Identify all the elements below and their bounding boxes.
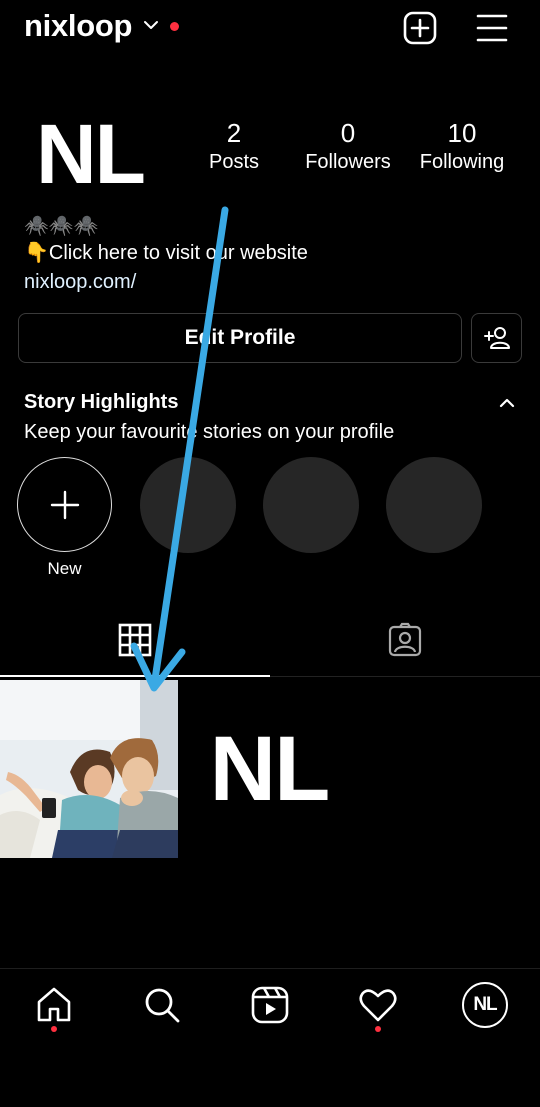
bio-emoji-line: 🕷️🕷️🕷️ <box>24 215 99 237</box>
highlight-placeholder <box>263 457 359 553</box>
add-user-icon <box>483 327 510 349</box>
add-user-button[interactable] <box>471 313 522 363</box>
plus-square-icon[interactable] <box>403 11 437 45</box>
story-highlights-title: Story Highlights <box>24 391 179 413</box>
grid-tab-icon[interactable] <box>117 622 153 658</box>
bio-website-link[interactable]: nixloop.com/ <box>24 268 136 297</box>
new-highlight-button[interactable] <box>17 457 112 552</box>
home-notification-dot <box>51 1026 57 1032</box>
post-thumbnail-photo[interactable] <box>0 680 178 858</box>
story-highlights-subtitle: Keep your favourite stories on your prof… <box>24 421 395 443</box>
edit-profile-button[interactable]: Edit Profile <box>18 313 462 363</box>
highlight-placeholder <box>386 457 482 553</box>
followers-label: Followers <box>305 151 391 174</box>
active-tab-indicator <box>0 675 270 677</box>
notification-dot <box>170 22 179 31</box>
highlight-placeholder <box>140 457 236 553</box>
profile-avatar[interactable]: NL <box>36 112 146 196</box>
post-thumbnail-logo[interactable]: NL <box>180 680 358 858</box>
chevron-up-icon[interactable] <box>498 394 516 412</box>
posts-stat[interactable]: 2 Posts <box>188 118 280 175</box>
couple-photo-image <box>0 680 178 858</box>
hamburger-menu-icon[interactable] <box>475 11 509 45</box>
new-highlight-label: New <box>47 559 82 578</box>
posts-count: 2 <box>226 118 242 148</box>
bio-text: 👇Click here to visit our website <box>24 242 308 264</box>
profile-avatar-nav[interactable]: NL <box>462 982 508 1028</box>
home-icon[interactable] <box>34 985 74 1025</box>
following-stat[interactable]: 10 Following <box>412 118 512 175</box>
bottom-nav-divider <box>0 968 540 969</box>
posts-label: Posts <box>208 151 260 174</box>
activity-notification-dot <box>375 1026 381 1032</box>
plus-icon <box>50 490 79 519</box>
reels-icon[interactable] <box>250 985 290 1025</box>
profile-username[interactable]: nixloop <box>24 8 132 44</box>
chevron-down-icon[interactable] <box>142 16 160 34</box>
following-count: 10 <box>447 118 477 148</box>
tagged-tab-icon[interactable] <box>387 622 423 658</box>
following-label: Following <box>419 151 505 174</box>
search-icon[interactable] <box>142 985 182 1025</box>
heart-icon[interactable] <box>358 985 398 1025</box>
followers-stat[interactable]: 0 Followers <box>298 118 398 175</box>
followers-count: 0 <box>340 118 356 148</box>
